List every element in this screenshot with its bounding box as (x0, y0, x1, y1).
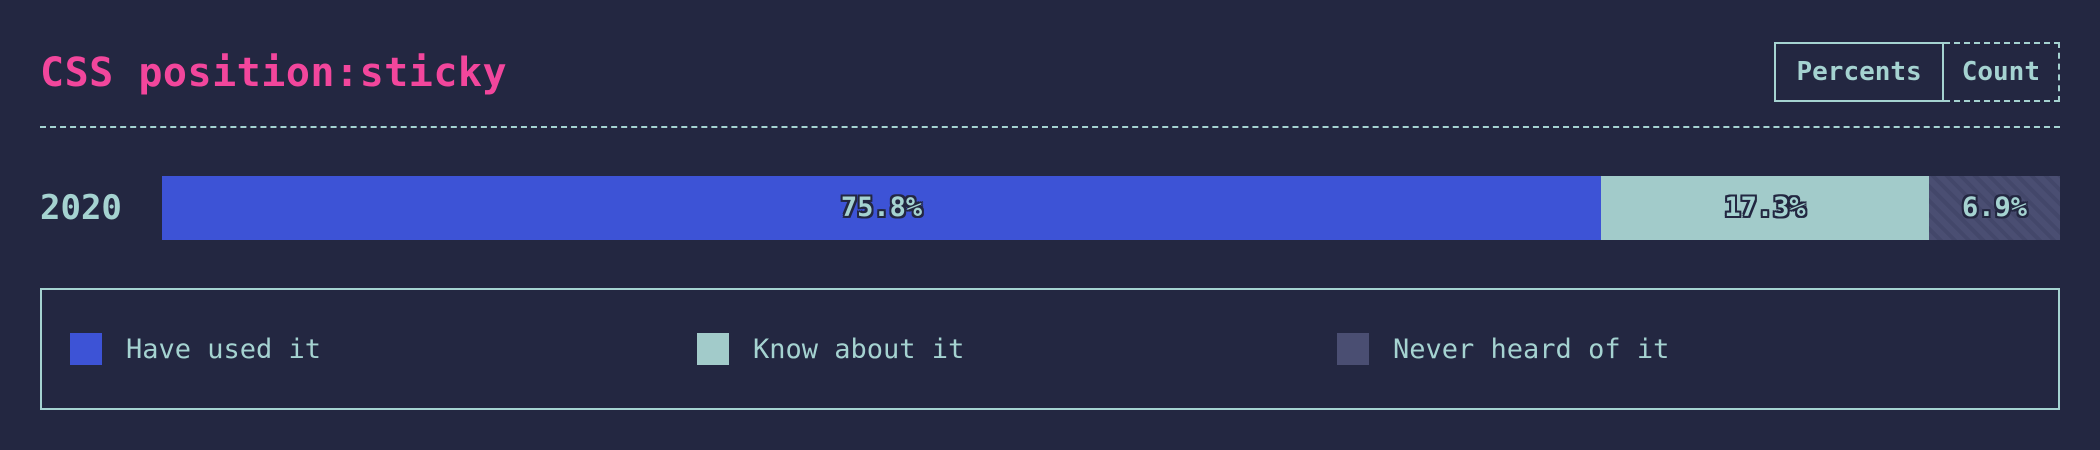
bar-category-label: 2020 (40, 188, 122, 228)
legend-label-2: Know about it (753, 333, 965, 365)
legend-label-3: Never heard of it (1393, 333, 1670, 365)
units-toggle: Percents Count (1774, 42, 2060, 102)
legend-swatch-1 (70, 333, 102, 365)
legend-label-1: Have used it (126, 333, 322, 365)
bar-track: 75.8% 17.3% 6.9% (162, 176, 2060, 240)
legend-swatch-3 (1337, 333, 1369, 365)
bar-segment-label-3: 6.9% (1961, 192, 2028, 223)
chart-page: CSS position:sticky Percents Count 2020 … (0, 0, 2100, 450)
stacked-bar-chart: 2020 75.8% 17.3% 6.9% (40, 175, 2060, 241)
chart-header: CSS position:sticky Percents Count (40, 38, 2060, 128)
count-toggle-button[interactable]: Count (1943, 42, 2060, 102)
bar-segment-label-2: 17.3% (1724, 192, 1806, 223)
chart-legend: Have used it Know about it Never heard of … (40, 288, 2060, 410)
legend-item-2[interactable]: Know about it (697, 290, 964, 408)
percents-toggle-button[interactable]: Percents (1774, 42, 1944, 102)
chart-title: CSS position:sticky (40, 50, 508, 96)
legend-item-1[interactable]: Have used it (70, 290, 321, 408)
bar-segment-label-1: 75.8% (840, 192, 923, 223)
header-divider (40, 126, 2060, 128)
legend-item-3[interactable]: Never heard of it (1337, 290, 1669, 408)
legend-swatch-2 (697, 333, 729, 365)
